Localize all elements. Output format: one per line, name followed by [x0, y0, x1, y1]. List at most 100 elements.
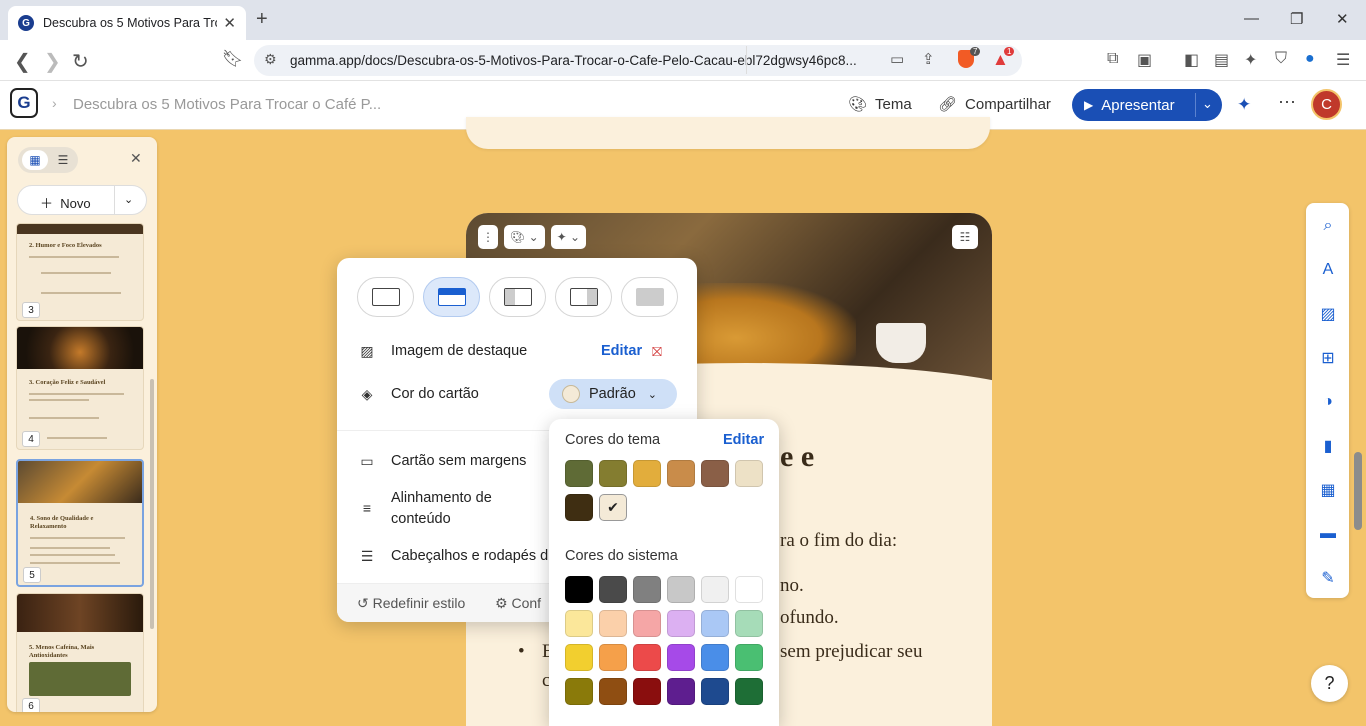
- remove-image-icon[interactable]: ⛝: [652, 344, 662, 360]
- search-icon[interactable]: ⌕: [1317, 215, 1339, 237]
- bullet-line[interactable]: no.: [780, 575, 804, 597]
- theme-color-swatch[interactable]: [599, 460, 627, 487]
- drag-handle-icon[interactable]: ⋮: [478, 225, 498, 249]
- close-window-icon[interactable]: ✕: [1336, 10, 1349, 28]
- system-color-swatch[interactable]: [667, 610, 695, 637]
- thumbnail-view-icon[interactable]: ▦: [22, 150, 48, 170]
- system-color-swatch[interactable]: [667, 678, 695, 705]
- present-button[interactable]: ▶ Apresentar ⌄: [1072, 89, 1222, 121]
- forward-icon[interactable]: ❯: [44, 49, 61, 74]
- browser-menu-icon[interactable]: ☰: [1336, 50, 1350, 70]
- share-page-icon[interactable]: ⇪: [922, 50, 935, 68]
- slide-thumbnail-3[interactable]: 2. Humor e Foco Elevados 3: [16, 223, 144, 321]
- leo-ai-icon[interactable]: ✦: [1244, 50, 1257, 70]
- system-color-swatch[interactable]: [633, 678, 661, 705]
- close-panel-icon[interactable]: ✕: [130, 150, 142, 167]
- edit-theme-colors-link[interactable]: Editar: [723, 432, 764, 448]
- page-scrollbar[interactable]: [1354, 452, 1362, 530]
- system-color-swatch[interactable]: [701, 576, 729, 603]
- system-color-swatch[interactable]: [735, 610, 763, 637]
- cast-icon[interactable]: ▭: [890, 50, 904, 68]
- image-icon[interactable]: ▨: [1317, 303, 1339, 325]
- present-dropdown-icon[interactable]: ⌄: [1202, 96, 1213, 112]
- document-breadcrumb[interactable]: Descubra os 5 Motivos Para Trocar o Café…: [73, 96, 381, 113]
- bullet-line[interactable]: ofundo.: [780, 607, 839, 629]
- system-color-swatch[interactable]: [701, 678, 729, 705]
- card-config-button[interactable]: ⚙ Conf: [495, 595, 541, 612]
- system-color-swatch[interactable]: [599, 610, 627, 637]
- layout-blank-option[interactable]: [357, 277, 414, 317]
- edit-form-icon[interactable]: ✎: [1317, 567, 1339, 589]
- card-heading-fragment[interactable]: e e: [780, 440, 814, 474]
- vpn-shield-icon[interactable]: ⛉: [1275, 50, 1287, 68]
- system-color-swatch[interactable]: [735, 678, 763, 705]
- layout-right-image-option[interactable]: [555, 277, 612, 317]
- system-color-swatch[interactable]: [667, 644, 695, 671]
- theme-color-swatch[interactable]: [565, 494, 593, 521]
- new-card-button[interactable]: ＋ Novo ⌄: [17, 185, 147, 215]
- bullet-line[interactable]: sem prejudicar seu: [780, 641, 922, 663]
- system-color-swatch[interactable]: [633, 644, 661, 671]
- previous-card[interactable]: [466, 117, 990, 149]
- help-button[interactable]: ?: [1311, 665, 1348, 702]
- blocks-icon[interactable]: ⊞: [1317, 347, 1339, 369]
- slide-thumbnail-5[interactable]: 4. Sono de Qualidade e Relaxamento 5: [16, 459, 144, 587]
- new-card-dropdown-icon[interactable]: ⌄: [124, 193, 133, 206]
- minimize-icon[interactable]: —: [1244, 10, 1259, 27]
- edit-featured-image-link[interactable]: Editar: [601, 343, 642, 359]
- theme-color-swatch[interactable]: [633, 460, 661, 487]
- ai-edit-button[interactable]: ✦ ⌄: [550, 225, 587, 249]
- theme-button[interactable]: 🎨︎ Tema: [848, 95, 912, 114]
- system-color-swatch[interactable]: [599, 678, 627, 705]
- layout-background-image-option[interactable]: [621, 277, 678, 317]
- new-tab-icon[interactable]: +: [256, 8, 268, 31]
- screenshot-icon[interactable]: ▣: [1137, 50, 1152, 70]
- card-template-icon[interactable]: ▬: [1317, 523, 1339, 545]
- ai-sparkle-icon[interactable]: ✦: [1237, 95, 1251, 115]
- card-color-dropdown[interactable]: Padrão ⌄: [549, 379, 677, 409]
- system-color-swatch[interactable]: [633, 610, 661, 637]
- address-bar[interactable]: ⚙ gamma.app/docs/Descubra-os-5-Motivos-P…: [254, 45, 1022, 76]
- system-color-swatch[interactable]: [701, 610, 729, 637]
- theme-color-swatch[interactable]: [701, 460, 729, 487]
- borderless-card-row[interactable]: ▭ Cartão sem margens: [357, 449, 526, 473]
- browser-tab[interactable]: G Descubra os 5 Motivos Para Troc ✕: [8, 6, 246, 40]
- slide-thumbnail-6[interactable]: 5. Menos Cafeína, Mais Antioxidantes 6: [16, 593, 144, 712]
- theme-color-swatch[interactable]: [565, 460, 593, 487]
- system-color-swatch[interactable]: [701, 644, 729, 671]
- system-color-swatch[interactable]: [633, 576, 661, 603]
- system-color-swatch[interactable]: [565, 576, 593, 603]
- wallet-icon[interactable]: ▤: [1214, 50, 1229, 70]
- system-color-swatch[interactable]: [599, 576, 627, 603]
- system-color-swatch[interactable]: [565, 678, 593, 705]
- theme-color-swatch[interactable]: ✔: [599, 494, 627, 521]
- maximize-icon[interactable]: ❐: [1290, 10, 1303, 28]
- paragraph-line[interactable]: ra o fim do dia:: [780, 530, 897, 552]
- close-tab-icon[interactable]: ✕: [223, 14, 236, 32]
- list-view-icon[interactable]: ☰: [50, 150, 76, 170]
- chart-icon[interactable]: ▮: [1317, 435, 1339, 457]
- system-color-swatch[interactable]: [565, 610, 593, 637]
- system-color-swatch[interactable]: [667, 576, 695, 603]
- reload-icon[interactable]: ↻: [72, 49, 89, 74]
- layout-top-image-option[interactable]: [423, 277, 480, 317]
- bookmark-icon[interactable]: 🔖︎: [222, 49, 244, 69]
- more-options-icon[interactable]: ···: [1278, 91, 1296, 112]
- slide-thumbnail-4[interactable]: 3. Coração Feliz e Saudável 4: [16, 326, 144, 450]
- theme-color-swatch[interactable]: [735, 460, 763, 487]
- content-alignment-row[interactable]: ≡ Alinhamento de conteúdo: [357, 488, 492, 532]
- back-icon[interactable]: ❮: [14, 49, 31, 74]
- system-color-swatch[interactable]: [735, 644, 763, 671]
- gamma-logo-icon[interactable]: G: [10, 88, 38, 118]
- site-settings-icon[interactable]: ⚙: [264, 51, 277, 68]
- embed-icon[interactable]: ◑: [1317, 391, 1339, 413]
- gallery-icon[interactable]: ▦: [1317, 479, 1339, 501]
- sidebar-toggle-icon[interactable]: ◧: [1184, 50, 1199, 70]
- panel-scrollbar[interactable]: [150, 379, 154, 629]
- avatar[interactable]: C: [1311, 89, 1342, 120]
- headers-footers-row[interactable]: ☰ Cabeçalhos e rodapés d: [357, 544, 548, 568]
- theme-color-swatch[interactable]: [667, 460, 695, 487]
- layout-left-image-option[interactable]: [489, 277, 546, 317]
- extensions-icon[interactable]: ⧉: [1107, 50, 1118, 68]
- system-color-swatch[interactable]: [565, 644, 593, 671]
